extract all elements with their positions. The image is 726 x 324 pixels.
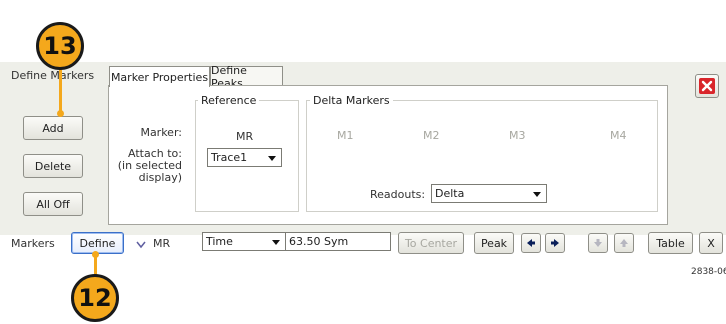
readouts-label: Readouts: (370, 188, 426, 201)
delta-marker-m3[interactable]: M3 (509, 129, 526, 142)
close-icon (699, 78, 715, 94)
marker-value-text: 63.50 Sym (289, 235, 349, 248)
marker-mode-value: Time (206, 235, 233, 248)
tab-marker-properties[interactable]: Marker Properties (109, 66, 210, 87)
marker-value-field[interactable]: 63.50 Sym (285, 232, 391, 251)
readouts-value: Delta (435, 187, 465, 200)
chevron-down-icon (533, 191, 541, 197)
arrow-up-icon (620, 239, 628, 247)
next-peak-button[interactable] (545, 233, 565, 253)
marker-label: Marker: (140, 126, 182, 139)
reference-marker-value: MR (236, 130, 254, 143)
close-toolbar-button[interactable]: X (699, 232, 723, 254)
close-button[interactable] (695, 74, 719, 98)
marker-selector-value[interactable]: MR (153, 237, 170, 250)
arrow-down-icon (594, 239, 602, 247)
delta-markers-group-title: Delta Markers (310, 94, 393, 107)
prev-peak-button[interactable] (521, 233, 541, 253)
arrow-left-icon (527, 239, 535, 247)
readouts-select[interactable]: Delta (431, 184, 547, 203)
attach-to-select[interactable]: Trace1 (207, 148, 282, 167)
reference-group-title: Reference (198, 94, 260, 107)
figure-id: 2838-06 (691, 267, 726, 277)
delta-marker-m1[interactable]: M1 (337, 129, 354, 142)
marker-dropdown-chevron-icon[interactable] (136, 239, 146, 252)
callout-13: 13 (36, 22, 84, 70)
table-button[interactable]: Table (648, 232, 693, 254)
peak-button[interactable]: Peak (474, 232, 514, 254)
add-button[interactable]: Add (23, 116, 83, 140)
marker-mode-select[interactable]: Time (202, 232, 286, 251)
to-center-button[interactable]: To Center (398, 232, 464, 254)
chevron-down-icon (268, 155, 276, 161)
attach-to-value: Trace1 (211, 151, 248, 164)
tab-define-peaks[interactable]: Define Peaks (210, 64, 283, 90)
callout-12: 12 (71, 274, 119, 322)
chevron-down-icon (272, 239, 280, 245)
markers-label: Markers (11, 237, 55, 250)
delta-marker-m4[interactable]: M4 (610, 129, 627, 142)
define-markers-title: Define Markers (11, 69, 95, 82)
peak-down-button[interactable] (588, 233, 608, 253)
all-off-button[interactable]: All Off (23, 192, 83, 216)
delete-button[interactable]: Delete (23, 154, 83, 178)
delta-marker-m2[interactable]: M2 (423, 129, 440, 142)
attach-label-3: display) (138, 171, 182, 184)
peak-up-button[interactable] (614, 233, 634, 253)
callout-13-dot (57, 110, 64, 117)
callout-12-leader (94, 255, 97, 276)
arrow-right-icon (551, 239, 559, 247)
callout-13-leader (59, 68, 62, 112)
